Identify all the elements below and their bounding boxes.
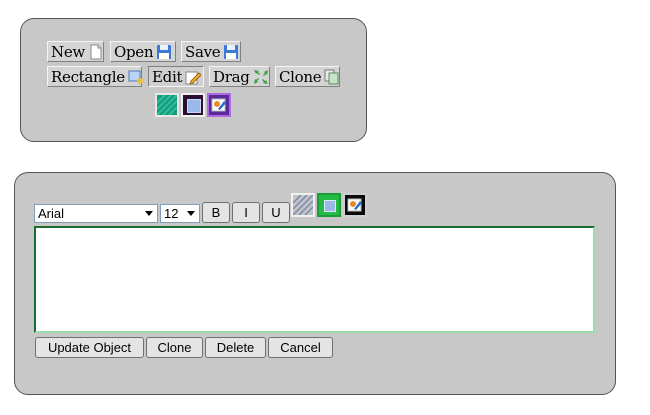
floppy-disk-icon — [156, 44, 172, 60]
floppy-disk-icon — [223, 44, 239, 60]
edit-tool-label: Edit — [152, 67, 183, 86]
drag-arrows-icon — [253, 69, 269, 85]
object-text-input[interactable] — [34, 226, 595, 333]
edit-tool-button[interactable]: Edit — [148, 66, 204, 87]
dropdown-arrow-icon — [145, 211, 153, 216]
hatch-pattern-icon — [292, 194, 314, 216]
dropdown-arrow-icon — [187, 211, 195, 216]
clone-tool-label: Clone — [279, 67, 322, 86]
drag-tool-label: Drag — [213, 67, 250, 86]
update-object-button[interactable]: Update Object — [35, 337, 144, 358]
save-button[interactable]: Save — [181, 41, 241, 62]
picture-icon — [211, 98, 226, 112]
bold-button-label: B — [211, 205, 221, 220]
open-button-label: Open — [114, 42, 154, 61]
rectangle-tool-button[interactable]: Rectangle — [47, 66, 144, 87]
rectangle-tool-icon — [128, 69, 144, 85]
new-button[interactable]: New — [47, 41, 104, 62]
font-family-value: Arial — [38, 206, 65, 221]
italic-button[interactable]: I — [232, 202, 260, 223]
picture-swatch[interactable] — [343, 193, 367, 217]
square-stroke-icon — [187, 99, 201, 113]
rectangle-tool-label: Rectangle — [51, 67, 125, 86]
drag-tool-button[interactable]: Drag — [209, 66, 270, 87]
cancel-button-label: Cancel — [280, 340, 321, 355]
delete-button-label: Delete — [216, 340, 255, 355]
font-size-value: 12 — [164, 206, 179, 221]
delete-button[interactable]: Delete — [205, 337, 266, 358]
fill-color-swatch[interactable] — [291, 193, 315, 217]
underline-button[interactable]: U — [262, 202, 290, 223]
font-family-select[interactable]: Arial — [34, 204, 158, 223]
clone-button[interactable]: Clone — [146, 337, 203, 358]
fill-color-swatch[interactable] — [155, 93, 179, 117]
clone-button-label: Clone — [157, 340, 192, 355]
document-icon — [88, 44, 104, 60]
font-size-select[interactable]: 12 — [160, 204, 200, 223]
edit-pencil-icon — [185, 69, 202, 85]
new-button-label: New — [51, 42, 85, 61]
clone-icon — [324, 69, 340, 85]
picture-swatch[interactable] — [207, 93, 231, 117]
bold-button[interactable]: B — [202, 202, 230, 223]
picture-icon — [347, 198, 362, 212]
save-button-label: Save — [185, 42, 221, 61]
clone-tool-button[interactable]: Clone — [275, 66, 340, 87]
update-object-label: Update Object — [47, 340, 132, 355]
stroke-color-swatch[interactable] — [317, 193, 341, 217]
cancel-button[interactable]: Cancel — [268, 337, 333, 358]
open-button[interactable]: Open — [110, 41, 176, 62]
square-stroke-icon — [324, 200, 336, 212]
italic-button-label: I — [244, 205, 248, 220]
hatch-pattern-icon — [156, 94, 178, 116]
underline-button-label: U — [271, 205, 281, 220]
stroke-color-swatch[interactable] — [181, 93, 205, 117]
